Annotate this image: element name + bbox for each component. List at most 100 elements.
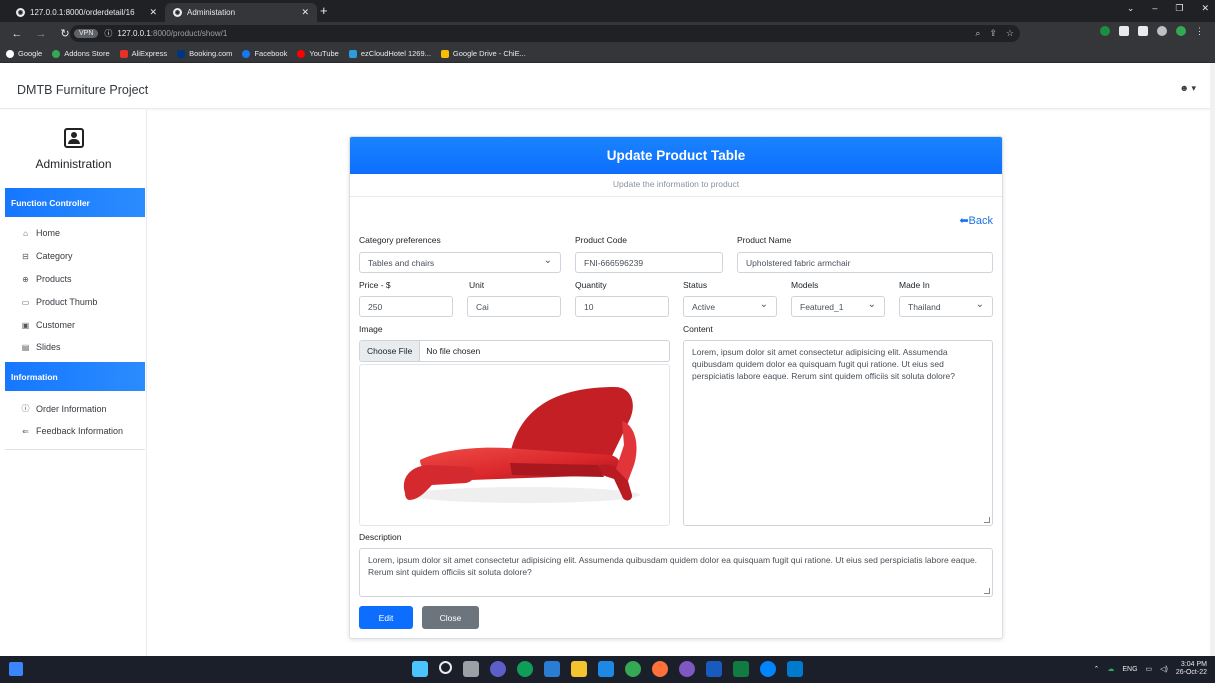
info-icon[interactable]: ⓘ	[104, 28, 112, 39]
vscode-icon[interactable]	[787, 661, 803, 677]
sidebar-item-label: Category	[36, 251, 73, 261]
omnibox-actions: ⌕ ⇪ ☆	[975, 25, 1020, 42]
unit-input[interactable]: Cai	[467, 296, 561, 317]
explorer-icon[interactable]	[571, 661, 587, 677]
price-input[interactable]: 250	[359, 296, 453, 317]
network-icon[interactable]: ▭	[1146, 665, 1153, 673]
store-icon[interactable]	[544, 661, 560, 677]
models-label: Models	[791, 280, 819, 290]
weather-icon[interactable]: ☁	[1107, 665, 1114, 673]
user-menu[interactable]: ☻ ▾	[1180, 83, 1197, 94]
choose-file-button[interactable]: Choose File	[360, 341, 421, 361]
new-tab-icon[interactable]: +	[320, 3, 328, 19]
made-in-value: Thailand	[908, 301, 941, 312]
price-label: Price - $	[359, 280, 391, 290]
bookmark-aliexpress[interactable]: AliExpress	[119, 49, 167, 58]
chat-icon[interactable]	[490, 661, 506, 677]
chrome-icon[interactable]	[625, 661, 641, 677]
brand-title[interactable]: DMTB Furniture Project	[17, 83, 148, 97]
browser-tab-administation[interactable]: ◉ Administation ✕	[165, 3, 317, 22]
browser-tab-orderdetail[interactable]: ◉ 127.0.0.1:8000/orderdetail/16 ✕	[8, 3, 165, 22]
task-view-icon[interactable]	[463, 661, 479, 677]
close-tab-icon[interactable]: ✕	[301, 7, 309, 18]
profile-icon[interactable]	[1157, 26, 1167, 36]
sidebar: Administration Function Controller ⌂ Home…	[0, 110, 147, 656]
close-button[interactable]: Close	[422, 606, 479, 629]
minimize-icon[interactable]: –	[1152, 3, 1157, 14]
excel-icon[interactable]	[733, 661, 749, 677]
chevron-up-icon[interactable]: ⌃	[1093, 665, 1099, 673]
search-icon[interactable]	[439, 661, 452, 674]
category-select[interactable]: Tables and chairs	[359, 252, 561, 273]
update-icon[interactable]	[1176, 26, 1186, 36]
bookmarks-bar: Google Addons Store AliExpress Booking.c…	[0, 45, 1215, 63]
bookmark-drive[interactable]: Google Drive - ChiE...	[440, 49, 526, 58]
sidebar-item-label: Feedback Information	[36, 426, 124, 436]
close-window-icon[interactable]: ✕	[1201, 3, 1209, 14]
chevron-down-icon[interactable]: ⌄	[1127, 3, 1135, 14]
sidebar-item-product-thumb[interactable]: ▭ Product Thumb	[20, 297, 98, 307]
puzzle-icon[interactable]	[1119, 26, 1129, 36]
bookmark-star-icon[interactable]: ☆	[1006, 25, 1014, 42]
sidebar-icon[interactable]	[1138, 26, 1148, 36]
sidebar-item-slides[interactable]: ▤ Slides	[20, 342, 61, 352]
bookmark-label: Google Drive - ChiE...	[452, 49, 526, 58]
sidebar-item-customer[interactable]: ▣ Customer	[20, 320, 75, 330]
vpn-badge[interactable]: VPN	[74, 29, 99, 38]
status-select[interactable]: Active	[683, 296, 777, 317]
sidebar-item-order-information[interactable]: ⓘ Order Information	[20, 403, 107, 414]
product-name-label: Product Name	[737, 235, 792, 245]
page-scrollbar[interactable]	[1210, 63, 1215, 656]
url-path: :8000/product/show/1	[150, 29, 228, 38]
messenger-icon[interactable]	[760, 661, 776, 677]
file-input[interactable]: Choose File No file chosen	[359, 340, 670, 362]
close-tab-icon[interactable]: ✕	[149, 7, 157, 18]
firefox-icon[interactable]	[652, 661, 668, 677]
share-icon[interactable]: ⇪	[989, 25, 997, 42]
sidebar-item-label: Product Thumb	[36, 297, 98, 307]
skype-icon[interactable]	[679, 661, 695, 677]
bookmark-google[interactable]: Google	[6, 49, 42, 58]
zoom-icon[interactable]: ⌕	[975, 25, 980, 42]
edit-button[interactable]: Edit	[359, 606, 413, 629]
language-indicator[interactable]: ENG	[1122, 666, 1137, 673]
quantity-input[interactable]: 10	[575, 296, 669, 317]
word-icon[interactable]	[706, 661, 722, 677]
sidebar-item-home[interactable]: ⌂ Home	[20, 228, 60, 238]
menu-dots-icon[interactable]: ⋮	[1195, 26, 1205, 36]
date-text: 26-Oct-22	[1175, 669, 1207, 676]
description-label: Description	[359, 532, 402, 542]
url-input[interactable]: VPN ⓘ 127.0.0.1 :8000/product/show/1 ⌕ ⇪…	[70, 25, 1020, 42]
clock[interactable]: 3:04 PM 26-Oct-22	[1176, 661, 1207, 677]
edge-icon[interactable]	[517, 661, 533, 677]
armchair-image	[403, 387, 640, 503]
customer-icon: ▣	[21, 320, 30, 330]
volume-icon[interactable]: ◁)	[1160, 665, 1168, 673]
product-name-input[interactable]: Upholstered fabric armchair	[737, 252, 993, 273]
update-product-card: Update Product Table Update the informat…	[349, 136, 1003, 639]
bookmark-youtube[interactable]: YouTube	[297, 49, 339, 58]
quantity-label: Quantity	[575, 280, 607, 290]
widgets-icon[interactable]	[9, 662, 23, 676]
bookmark-booking[interactable]: Booking.com	[177, 49, 232, 58]
bookmark-addons[interactable]: Addons Store	[52, 49, 110, 58]
restore-icon[interactable]: ❐	[1175, 3, 1183, 14]
back-arrow-icon[interactable]: ←	[10, 28, 24, 40]
app-icon[interactable]	[598, 661, 614, 677]
bookmark-ezcloud[interactable]: ezCloudHotel 1269...	[348, 49, 431, 58]
bookmark-facebook[interactable]: Facebook	[242, 49, 287, 58]
description-textarea[interactable]: Lorem, ipsum dolor sit amet consectetur …	[359, 548, 993, 597]
models-select[interactable]: Featured_1	[791, 296, 885, 317]
bookmark-label: Booking.com	[189, 49, 233, 58]
sidebar-item-products[interactable]: ⊕ Products	[20, 274, 71, 284]
product-code-input[interactable]: FNI-666596239	[575, 252, 723, 273]
back-link[interactable]: ⬅Back	[959, 214, 993, 227]
sidebar-item-feedback-information[interactable]: ⇐ Feedback Information	[20, 426, 123, 436]
content-textarea[interactable]: Lorem, ipsum dolor sit amet consectetur …	[683, 340, 993, 526]
start-icon[interactable]	[412, 661, 428, 677]
forward-arrow-icon[interactable]: →	[34, 28, 48, 40]
made-in-select[interactable]: Thailand	[899, 296, 993, 317]
sidebar-item-category[interactable]: ⊟ Category	[20, 251, 73, 261]
admin-user-icon	[63, 128, 84, 148]
extension-icon[interactable]	[1100, 26, 1110, 36]
